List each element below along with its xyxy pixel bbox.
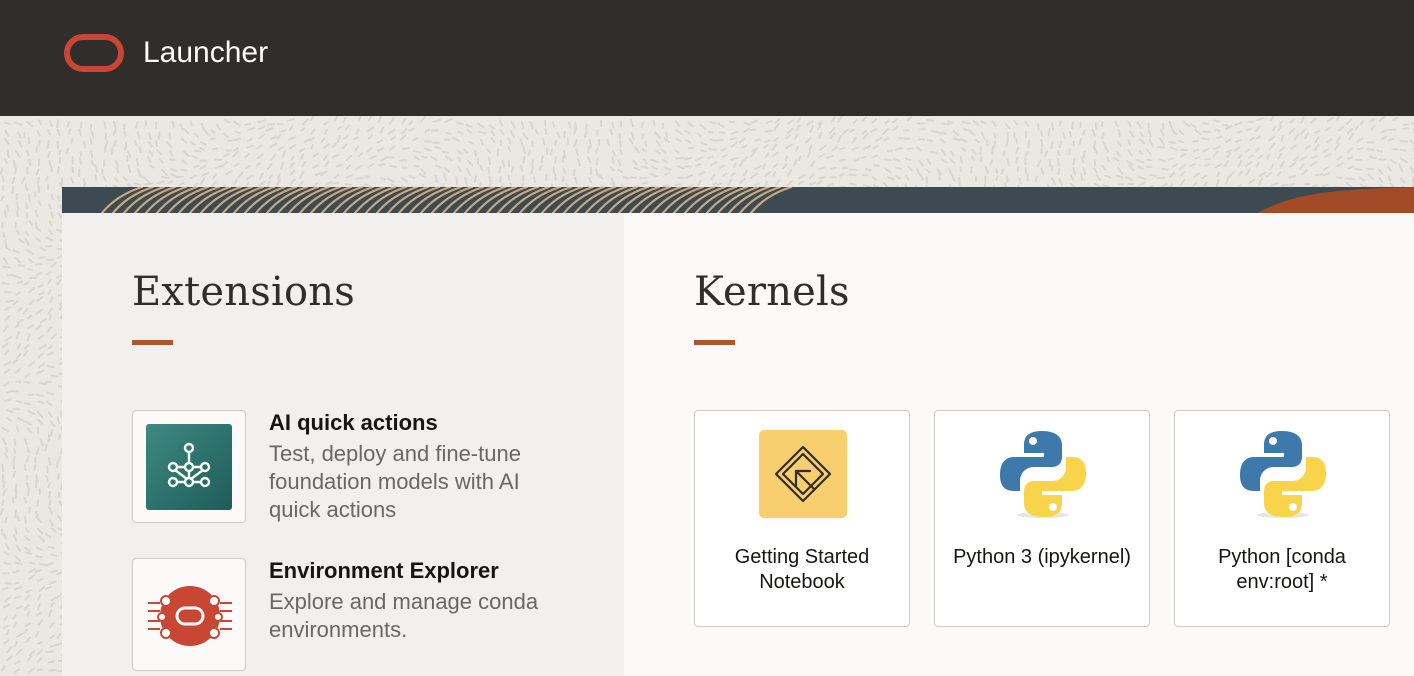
extensions-heading: Extensions	[132, 269, 355, 315]
extension-ai-quick-actions[interactable]: AI quick actions Test, deploy and fine-t…	[132, 410, 552, 524]
app-title: Launcher	[143, 36, 269, 69]
top-header-bar: Launcher	[0, 0, 1414, 116]
extension-name: Environment Explorer	[269, 558, 499, 583]
extensions-panel: Extensions AI quick actions Test, deploy…	[62, 213, 624, 676]
environment-explorer-icon	[148, 586, 232, 646]
extension-name: AI quick actions	[269, 410, 438, 435]
oracle-logo-icon	[64, 34, 124, 72]
kernel-getting-started[interactable]: Getting Started Notebook	[694, 410, 910, 627]
kernels-panel: Kernels Getting Started Notebook Python …	[624, 213, 1414, 676]
extension-description: Test, deploy and fine-tune foundation mo…	[269, 441, 521, 522]
kernel-python3[interactable]: Python 3 (ipykernel)	[934, 410, 1150, 627]
kernels-accent-rule	[694, 340, 735, 345]
getting-started-icon	[759, 430, 847, 518]
kernel-label: Getting Started Notebook	[734, 546, 870, 593]
extension-tile[interactable]	[132, 410, 246, 523]
banner-pattern	[100, 187, 1414, 213]
extension-tile[interactable]	[132, 558, 246, 671]
card-banner	[62, 187, 1414, 213]
extension-description: Explore and manage conda environments.	[269, 589, 539, 642]
kernels-heading: Kernels	[694, 269, 850, 315]
extension-environment-explorer[interactable]: Environment Explorer Explore and manage …	[132, 558, 552, 672]
ai-network-icon	[146, 424, 232, 510]
kernel-label: Python 3 (ipykernel)	[953, 546, 1131, 568]
extensions-accent-rule	[132, 340, 173, 345]
kernel-label: Python [conda env:root] *	[1218, 546, 1346, 593]
kernel-python-conda-root[interactable]: Python [conda env:root] *	[1174, 410, 1390, 627]
python-logo-icon	[1240, 431, 1326, 518]
python-logo-icon	[1000, 431, 1086, 518]
launcher-card: Extensions AI quick actions Test, deploy…	[62, 187, 1414, 676]
